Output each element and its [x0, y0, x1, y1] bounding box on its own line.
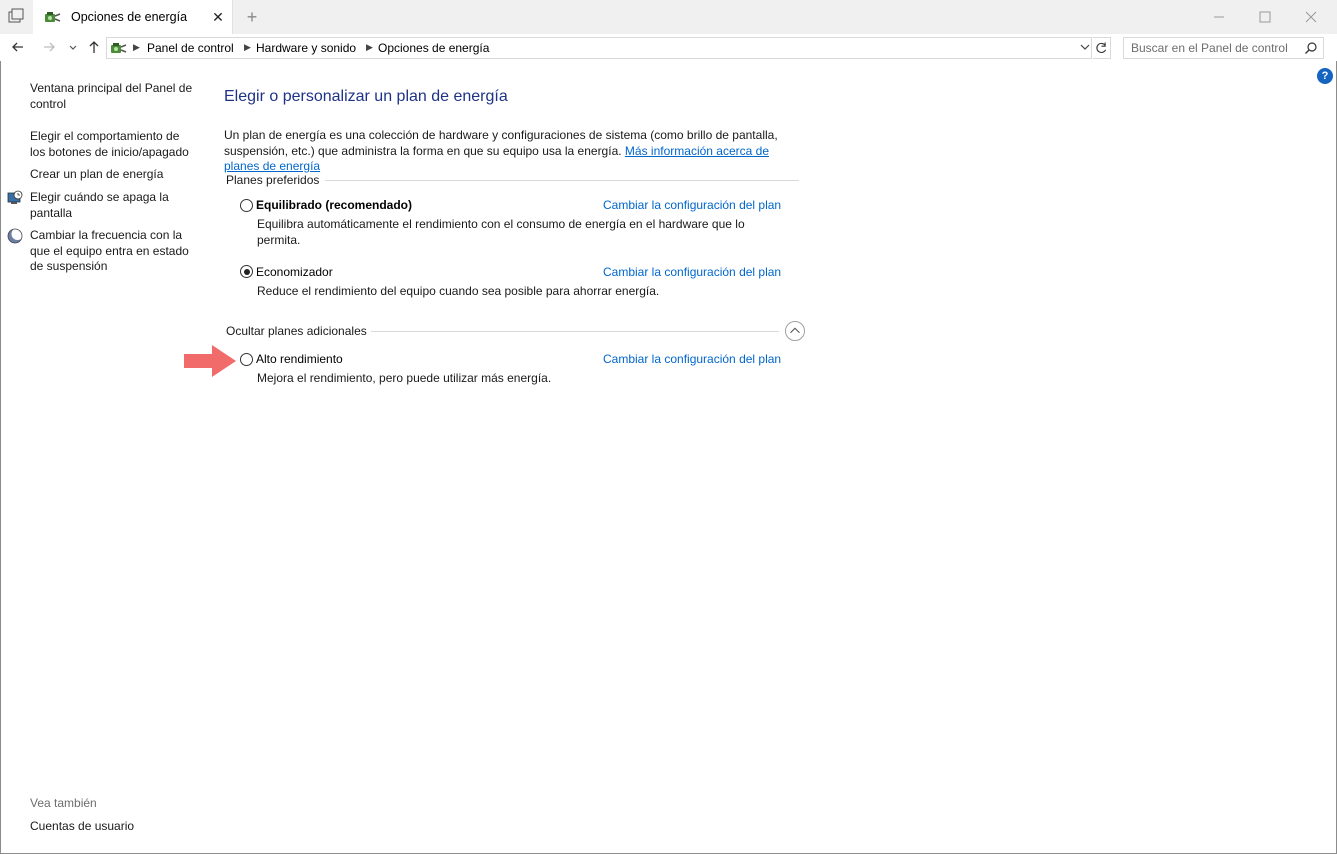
tab-title: Opciones de energía [71, 10, 188, 24]
close-tab-icon[interactable]: ✕ [209, 8, 227, 26]
collapse-chevron-up-icon[interactable] [785, 321, 805, 341]
divider [325, 180, 799, 181]
plan-description-high-performance: Mejora el rendimiento, pero puede utiliz… [257, 371, 552, 385]
title-bar: Opciones de energía ✕ + [0, 0, 1337, 34]
forward-arrow-icon[interactable] [40, 38, 58, 56]
search-icon[interactable] [1304, 41, 1318, 55]
plan-description-power-saver: Reduce el rendimiento del equipo cuando … [257, 284, 660, 298]
highlight-arrow-icon [184, 345, 236, 377]
sidebar-item-sleep-frequency[interactable]: Cambiar la frecuencia con la que el equi… [30, 228, 195, 275]
help-icon[interactable]: ? [1317, 68, 1333, 84]
tab-power-options[interactable]: Opciones de energía ✕ [33, 0, 233, 34]
recent-locations-chevron-icon[interactable] [64, 38, 82, 56]
breadcrumb-separator-icon[interactable]: ▶ [244, 42, 251, 53]
new-tab-icon[interactable]: + [243, 8, 261, 26]
maximize-icon[interactable] [1242, 0, 1288, 34]
address-bar[interactable]: ▶ Panel de control ▶ Hardware y sonido ▶… [106, 37, 1092, 59]
additional-plans-heading[interactable]: Ocultar planes adicionales [226, 324, 367, 338]
search-placeholder: Buscar en el Panel de control [1131, 41, 1288, 55]
tabs-overview-icon[interactable] [7, 8, 27, 26]
monitor-clock-icon [7, 190, 23, 204]
change-plan-link-power-saver[interactable]: Cambiar la configuración del plan [603, 265, 781, 279]
sidebar-item-user-accounts[interactable]: Cuentas de usuario [30, 819, 195, 835]
back-arrow-icon[interactable] [9, 38, 27, 56]
address-dropdown-chevron-icon[interactable] [1078, 38, 1092, 56]
radio-high-performance[interactable] [240, 353, 253, 366]
breadcrumb-separator-icon[interactable]: ▶ [133, 42, 140, 53]
search-input[interactable]: Buscar en el Panel de control [1123, 37, 1324, 59]
sidebar-item-control-panel-home[interactable]: Ventana principal del Panel de control [30, 81, 195, 112]
breadcrumb-power-options[interactable]: Opciones de energía [378, 41, 489, 55]
control-panel-icon [111, 43, 127, 53]
plan-description-balanced: Equilibra automáticamente el rendimiento… [257, 217, 745, 247]
power-options-icon [45, 12, 61, 22]
divider [371, 331, 779, 332]
sidebar-item-power-buttons[interactable]: Elegir el comportamiento de los botones … [30, 129, 195, 160]
plan-name-power-saver[interactable]: Economizador [256, 265, 333, 279]
close-window-icon[interactable] [1288, 0, 1334, 34]
up-arrow-icon[interactable] [85, 38, 103, 56]
sidebar-item-display-off[interactable]: Elegir cuándo se apaga la pantalla [30, 190, 195, 221]
change-plan-link-high-performance[interactable]: Cambiar la configuración del plan [603, 352, 781, 366]
see-also-heading: Vea también [30, 796, 97, 810]
breadcrumb-hardware-sound[interactable]: Hardware y sonido [256, 41, 356, 55]
moon-icon [7, 228, 23, 244]
minimize-icon[interactable] [1196, 0, 1242, 34]
sidebar-item-create-plan[interactable]: Crear un plan de energía [30, 167, 195, 183]
breadcrumb-separator-icon[interactable]: ▶ [366, 42, 373, 53]
page-description: Un plan de energía es una colección de h… [224, 128, 804, 175]
change-plan-link-balanced[interactable]: Cambiar la configuración del plan [603, 198, 781, 212]
radio-power-saver[interactable] [240, 265, 253, 278]
page-title: Elegir o personalizar un plan de energía [224, 88, 508, 105]
breadcrumb-control-panel[interactable]: Panel de control [147, 41, 234, 55]
preferred-plans-heading: Planes preferidos [226, 173, 320, 187]
plan-name-high-performance[interactable]: Alto rendimiento [256, 352, 343, 366]
radio-balanced[interactable] [240, 199, 253, 212]
plan-name-balanced[interactable]: Equilibrado (recomendado) [256, 198, 412, 212]
refresh-icon[interactable] [1093, 37, 1111, 59]
